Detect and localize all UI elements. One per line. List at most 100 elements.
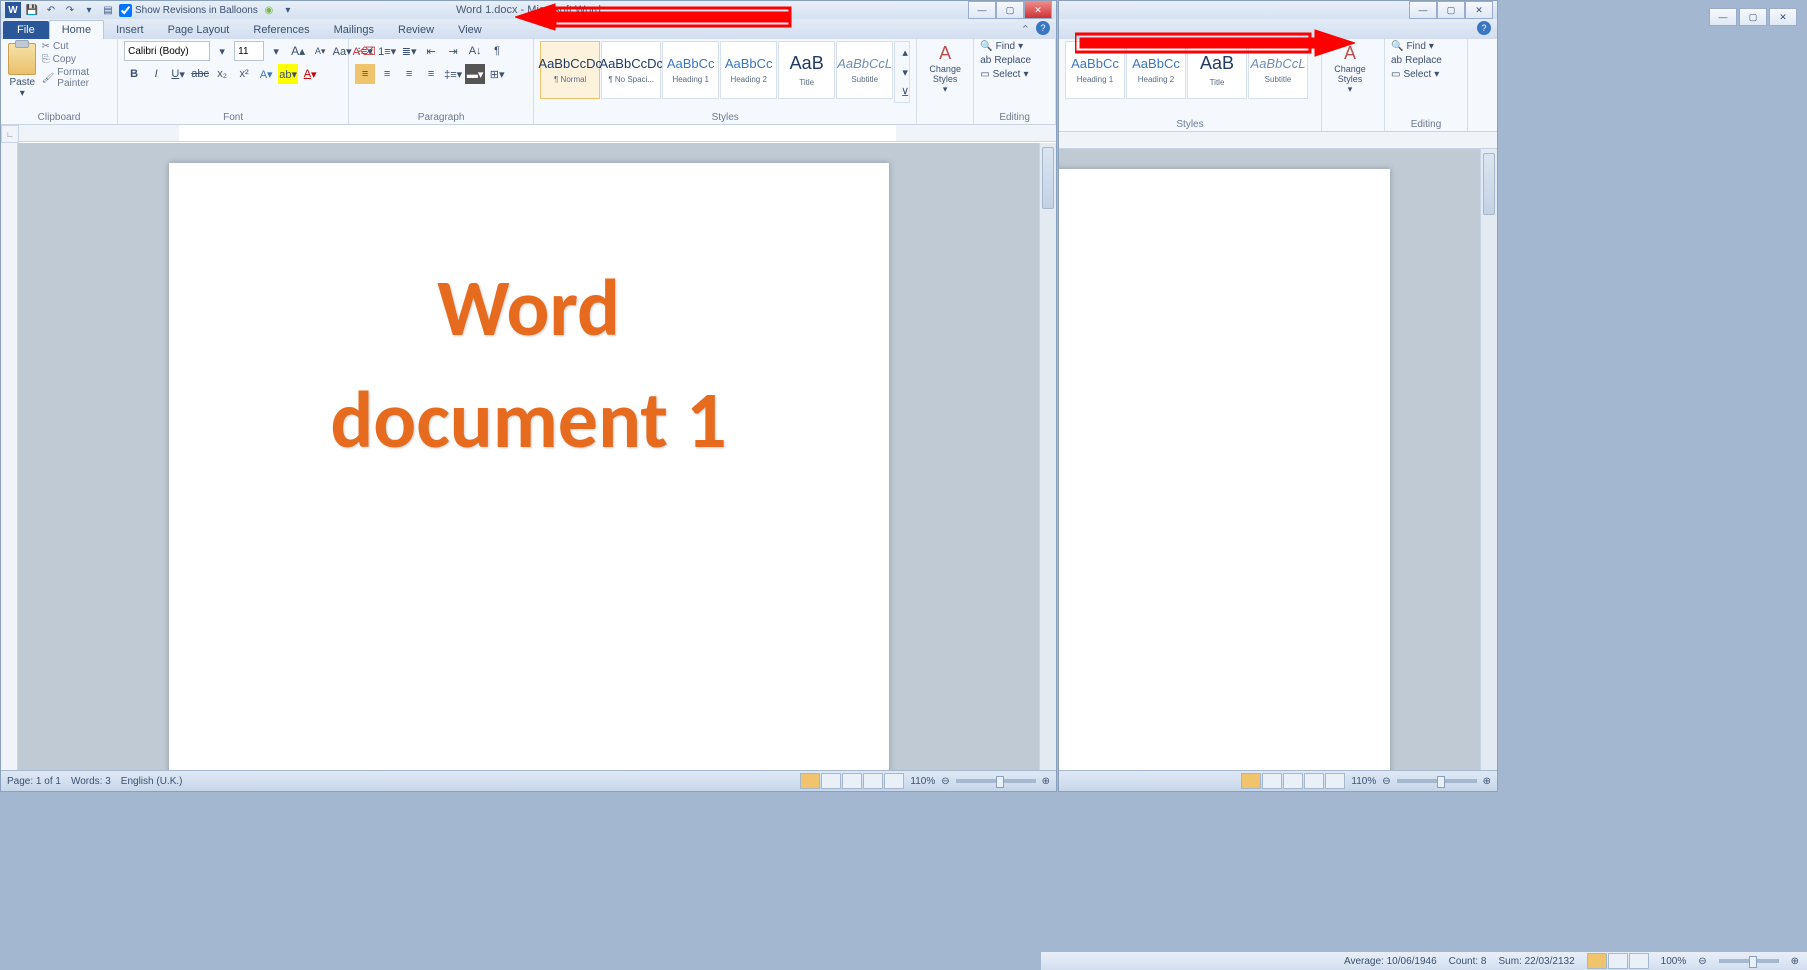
excel-view2[interactable]: [1608, 953, 1628, 969]
bullets-icon[interactable]: ⁝≡▾: [355, 41, 375, 61]
zoom-out-2[interactable]: ⊖: [1382, 776, 1390, 787]
zoom-level[interactable]: 110%: [910, 776, 935, 787]
font-color-icon[interactable]: A▾: [300, 64, 320, 84]
zoom-level-2[interactable]: 110%: [1351, 776, 1376, 787]
paste-button[interactable]: Paste▾: [7, 41, 38, 99]
qat-drop-icon[interactable]: ▾: [280, 2, 296, 18]
bold-button[interactable]: B: [124, 64, 144, 84]
align-center-icon[interactable]: ≡: [377, 64, 397, 84]
undo-icon[interactable]: ↶: [43, 2, 59, 18]
view-full[interactable]: [821, 773, 841, 789]
change-styles-button[interactable]: AChange Styles▾: [923, 41, 967, 97]
view-full-2[interactable]: [1262, 773, 1282, 789]
numbering-icon[interactable]: 1≡▾: [377, 41, 397, 61]
font-size-combo[interactable]: 11: [234, 41, 264, 61]
zoom-out-icon[interactable]: ⊖: [941, 776, 949, 787]
ruler-horizontal-2[interactable]: [1059, 132, 1497, 149]
shading-icon[interactable]: ▬▾: [465, 64, 485, 84]
copy-button[interactable]: ⎘Copy: [42, 54, 112, 65]
style-heading2[interactable]: AaBbCcHeading 2: [720, 41, 777, 99]
minimize-ribbon-icon[interactable]: ⌃: [1021, 23, 1030, 36]
borders-icon[interactable]: ⊞▾: [487, 64, 507, 84]
excel-zoom-out-icon[interactable]: ⊖: [1698, 956, 1706, 967]
bg-restore-button[interactable]: ▢: [1739, 8, 1767, 26]
tab-page-layout[interactable]: Page Layout: [156, 21, 242, 39]
minimize-button[interactable]: —: [968, 1, 996, 19]
tab-home[interactable]: Home: [49, 20, 104, 39]
balloon-icon[interactable]: ◉: [261, 2, 277, 18]
view-print-2[interactable]: [1241, 773, 1261, 789]
qat-more-icon[interactable]: ▾: [81, 2, 97, 18]
style-heading1[interactable]: AaBbCcHeading 1: [662, 41, 719, 99]
select-button[interactable]: ▭Select ▾: [980, 69, 1031, 80]
line-spacing-icon[interactable]: ‡≡▾: [443, 64, 463, 84]
tab-selector[interactable]: ∟: [1, 125, 19, 143]
ruler-vertical[interactable]: [1, 143, 18, 770]
sort-icon[interactable]: A↓: [465, 41, 485, 61]
tab-references[interactable]: References: [241, 21, 321, 39]
page-indicator[interactable]: Page: 1 of 1: [7, 776, 61, 787]
styles-gallery[interactable]: AaBbCcDc¶ Normal AaBbCcDc¶ No Spaci... A…: [540, 41, 910, 122]
help-icon[interactable]: ?: [1477, 21, 1491, 35]
format-painter-button[interactable]: 🖌Format Painter: [42, 67, 112, 89]
excel-zoom[interactable]: 100%: [1661, 956, 1687, 967]
tab-file[interactable]: File: [3, 21, 49, 39]
align-left-icon[interactable]: ≡: [355, 64, 375, 84]
excel-view1[interactable]: [1587, 953, 1607, 969]
grow-font-icon[interactable]: A▴: [288, 41, 308, 61]
italic-button[interactable]: I: [146, 64, 166, 84]
styles-more-icon[interactable]: ⊻: [895, 82, 915, 102]
view-draft-2[interactable]: [1325, 773, 1345, 789]
text-effects-icon[interactable]: A▾: [256, 64, 276, 84]
inc-indent-icon[interactable]: ⇥: [443, 41, 463, 61]
tab-mailings[interactable]: Mailings: [322, 21, 386, 39]
document-area[interactable]: Word document 1: [18, 143, 1039, 770]
tab-view[interactable]: View: [446, 21, 494, 39]
justify-icon[interactable]: ≡: [421, 64, 441, 84]
qat-item-icon[interactable]: ▤: [100, 2, 116, 18]
subscript-button[interactable]: x₂: [212, 64, 232, 84]
underline-button[interactable]: U▾: [168, 64, 188, 84]
vscrollbar[interactable]: [1039, 143, 1056, 770]
zoom-slider[interactable]: [956, 779, 1036, 783]
styles-up-icon[interactable]: ▴: [895, 42, 915, 62]
view-print[interactable]: [800, 773, 820, 789]
zoom-in-icon[interactable]: ⊕: [1042, 776, 1050, 787]
find-button[interactable]: 🔍Find ▾: [980, 41, 1031, 52]
replace-button-2[interactable]: ab Replace: [1391, 55, 1442, 66]
redo-icon[interactable]: ↷: [62, 2, 78, 18]
cut-button[interactable]: ✂Cut: [42, 41, 112, 52]
bg-minimize-button[interactable]: —: [1709, 8, 1737, 26]
superscript-button[interactable]: x²: [234, 64, 254, 84]
restore-button[interactable]: ▢: [1437, 1, 1465, 19]
align-right-icon[interactable]: ≡: [399, 64, 419, 84]
font-name-combo[interactable]: Calibri (Body): [124, 41, 210, 61]
style-title[interactable]: AaBTitle: [778, 41, 835, 99]
view-web-2[interactable]: [1283, 773, 1303, 789]
find-button-2[interactable]: 🔍 Find ▾: [1391, 41, 1442, 52]
tab-review[interactable]: Review: [386, 21, 446, 39]
style-no-spacing[interactable]: AaBbCcDc¶ No Spaci...: [601, 41, 661, 99]
view-outline[interactable]: [863, 773, 883, 789]
style-subtitle[interactable]: AaBbCcLSubtitle: [836, 41, 893, 99]
style-normal[interactable]: AaBbCcDc¶ Normal: [540, 41, 600, 99]
styles-down-icon[interactable]: ▾: [895, 62, 915, 82]
close-button[interactable]: ✕: [1465, 1, 1493, 19]
restore-button[interactable]: ▢: [996, 1, 1024, 19]
excel-view3[interactable]: [1629, 953, 1649, 969]
dec-indent-icon[interactable]: ⇤: [421, 41, 441, 61]
show-marks-icon[interactable]: ¶: [487, 41, 507, 61]
save-icon[interactable]: 💾: [24, 2, 40, 18]
strike-button[interactable]: abc: [190, 64, 210, 84]
minimize-button[interactable]: —: [1409, 1, 1437, 19]
vscrollbar-2[interactable]: [1480, 149, 1497, 770]
word-count[interactable]: Words: 3: [71, 776, 111, 787]
help-icon[interactable]: ?: [1036, 21, 1050, 35]
bg-close-button[interactable]: ✕: [1769, 8, 1797, 26]
ruler-horizontal[interactable]: [19, 125, 1056, 142]
revisions-checkbox[interactable]: [119, 4, 132, 17]
zoom-in-2[interactable]: ⊕: [1483, 776, 1491, 787]
excel-zoom-slider[interactable]: [1719, 959, 1779, 963]
tab-insert[interactable]: Insert: [104, 21, 156, 39]
view-draft[interactable]: [884, 773, 904, 789]
